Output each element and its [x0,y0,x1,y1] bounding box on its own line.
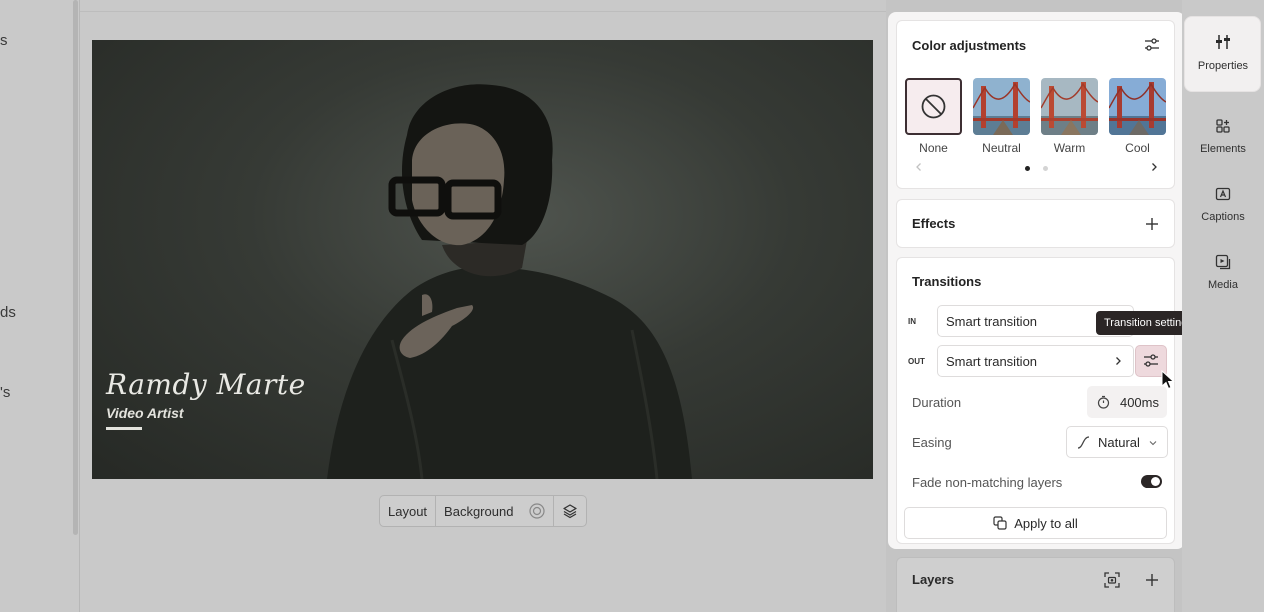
canvas-area: Ramdy Marte Video Artist Layout Backgrou… [80,0,886,612]
screenshot-icon [1104,572,1120,588]
media-icon [1215,254,1231,270]
add-effect-button[interactable] [1142,214,1162,234]
preset-cool[interactable] [1109,78,1166,135]
easing-select[interactable]: Natural [1066,426,1168,458]
layers-title: Layers [912,572,954,587]
nav-label: Properties [1197,60,1249,72]
toggle-knob [1151,477,1160,486]
chevron-right-icon [1116,357,1121,365]
easing-curve-icon [1077,436,1090,449]
out-transition-value: Smart transition [946,353,1038,369]
background-label: Background [444,503,514,519]
none-icon [921,94,946,119]
nav-item-elements[interactable]: Elements [1182,118,1264,155]
lower-third-role: Video Artist [106,405,184,421]
easing-value: Natural [1098,434,1140,450]
lower-third-name: Ramdy Marte [106,368,306,401]
nav-label: Captions [1201,211,1245,223]
properties-icon [1216,35,1230,49]
chevron-right-icon [1152,163,1157,171]
layers-card: Layers [896,557,1175,612]
plus-icon [1146,574,1158,586]
transitions-title: Transitions [912,274,982,289]
right-nav: Properties Elements Captions Media [1182,0,1264,612]
lower-third-bar [106,427,142,430]
video-preview[interactable]: Ramdy Marte Video Artist [92,40,873,479]
canvas-top-strip [80,0,886,12]
copy-icon [993,516,1007,530]
sliders-icon[interactable] [1142,35,1162,55]
nav-item-media[interactable]: Media [1182,254,1264,291]
background-button[interactable]: Background [436,496,555,526]
out-transition-select[interactable]: Smart transition [937,345,1134,377]
bridge-thumbnail [1109,78,1166,135]
elements-icon [1216,119,1230,133]
next-page-button[interactable] [1144,157,1164,177]
chevron-left-icon [916,163,921,171]
preset-label: Cool [1125,141,1150,155]
duration-label: Duration [912,395,962,410]
properties-panel: Color adjustments None Neutral Warm Cool… [888,12,1185,549]
nav-item-properties[interactable]: Properties [1182,33,1264,72]
preset-label: Neutral [982,141,1021,155]
fade-layers-label: Fade non-matching layers [912,475,1063,490]
page-dot-active[interactable] [1025,166,1030,171]
captions-icon [1215,187,1231,201]
canvas-toolbar: Layout Background [379,495,588,527]
effects-card: Effects [896,199,1175,248]
sidebar-scrollbar[interactable] [73,0,78,535]
layer-capture-button[interactable] [1102,570,1122,590]
page-dot[interactable] [1043,166,1048,171]
in-transition-value: Smart transition [946,313,1038,329]
sidebar-text-fragment[interactable]: ds [0,304,16,321]
mouse-cursor-icon [1161,370,1175,390]
nav-item-captions[interactable]: Captions [1182,186,1264,223]
chevron-down-icon [1149,441,1157,446]
out-tag: OUT [908,357,925,366]
apply-to-all-button[interactable]: Apply to all [904,507,1167,539]
sidebar-text-fragment[interactable]: 's [0,384,10,401]
fade-layers-toggle[interactable] [1141,475,1162,488]
color-adjustments-card: Color adjustments None Neutral Warm Cool [896,20,1175,189]
preset-none[interactable] [905,78,962,135]
sliders-icon [1144,354,1158,367]
easing-label: Easing [912,435,952,450]
add-layer-button[interactable] [1142,570,1162,590]
prev-page-button[interactable] [909,157,929,177]
layout-button[interactable]: Layout [380,496,437,526]
effects-title: Effects [912,216,956,231]
bridge-thumbnail [973,78,1030,135]
layers-icon [563,504,577,519]
preset-warm[interactable] [1041,78,1098,135]
target-icon [529,503,545,519]
plus-icon [1146,218,1158,230]
preset-label: Warm [1053,141,1086,155]
preset-label: None [919,141,948,155]
nav-label: Elements [1200,143,1246,155]
color-adjustments-title: Color adjustments [912,38,1027,53]
in-tag: IN [908,317,916,326]
bridge-thumbnail [1041,78,1098,135]
nav-label: Media [1208,279,1238,291]
sidebar-text-fragment[interactable]: s [0,32,8,49]
preset-neutral[interactable] [973,78,1030,135]
duration-value: 400ms [1119,394,1159,410]
timer-icon [1097,395,1110,409]
duration-field[interactable]: 400ms [1087,386,1167,418]
layout-label: Layout [388,503,428,519]
lower-third[interactable]: Ramdy Marte Video Artist [106,368,306,430]
transitions-card: Transitions IN Smart transition OUT Smar… [896,257,1175,544]
apply-to-all-label: Apply to all [1014,515,1078,531]
left-sidebar: s ds 's [0,0,80,612]
layers-button[interactable] [554,496,586,526]
